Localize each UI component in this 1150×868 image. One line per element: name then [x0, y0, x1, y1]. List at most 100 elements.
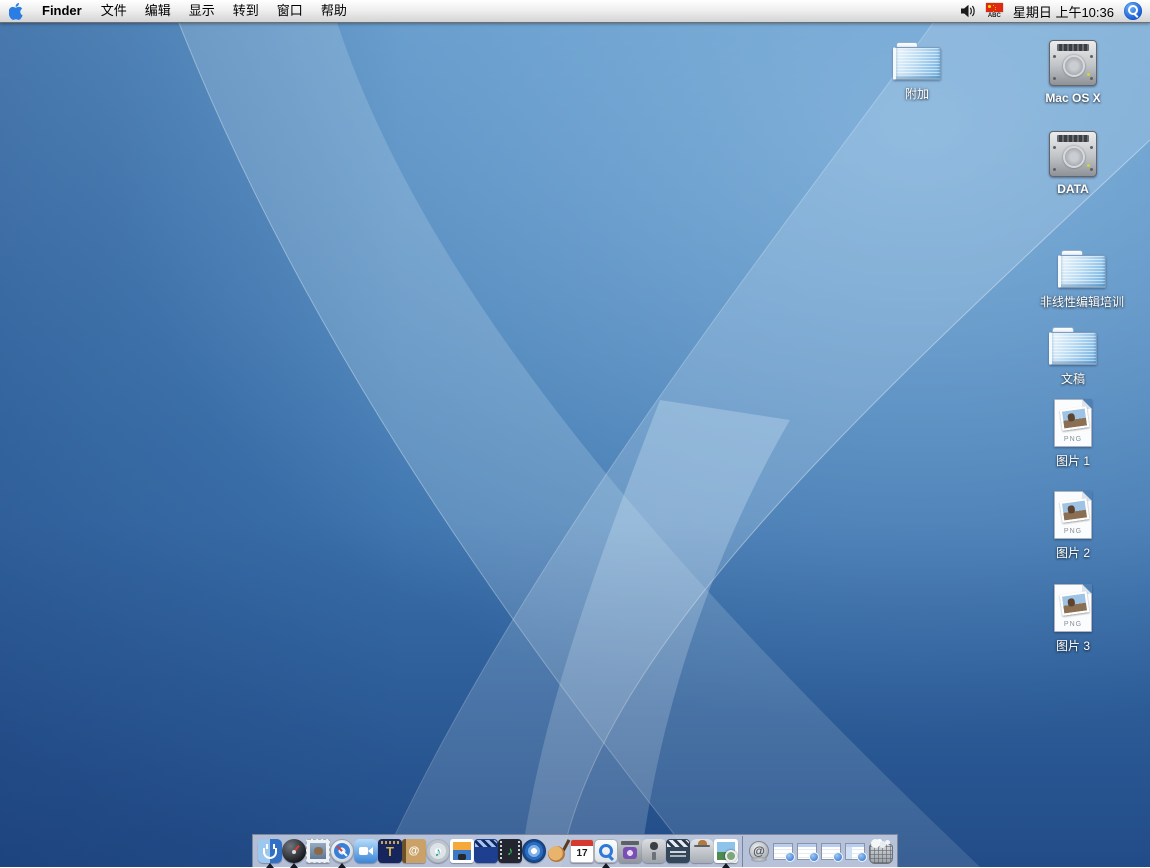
- minimized-window-thumbnail: [821, 843, 841, 860]
- dock-item-internet-location[interactable]: @: [747, 836, 771, 867]
- menu-file[interactable]: 文件: [92, 0, 136, 22]
- aqua-blue-wallpaper: [0, 0, 1150, 867]
- dock-item-toast[interactable]: [690, 836, 714, 867]
- gauge-hub: [292, 850, 296, 854]
- menu-help[interactable]: 帮助: [312, 0, 356, 22]
- menu-window[interactable]: 窗口: [268, 0, 312, 22]
- dock-minimized-safari-window-2[interactable]: [795, 836, 819, 867]
- dock-minimized-safari-window-1[interactable]: [771, 836, 795, 867]
- menu-go[interactable]: 转到: [224, 0, 268, 22]
- desktop-icon-image-3[interactable]: PNG 图片 3: [1025, 584, 1121, 654]
- hard-drive-icon: [1049, 131, 1097, 177]
- press-bar: [621, 841, 639, 845]
- crumpled-paper: [871, 839, 880, 848]
- photo-thumbnail: [1060, 406, 1090, 431]
- finder-icon: [258, 839, 282, 863]
- icon-label: Mac OS X: [1045, 91, 1100, 105]
- dock-item-final-cut-pro[interactable]: [666, 836, 690, 867]
- safari-badge-icon: [809, 852, 819, 862]
- png-file-icon: PNG: [1054, 491, 1092, 539]
- video-camera-body: [359, 847, 368, 855]
- dock-item-garageband[interactable]: [546, 836, 570, 867]
- china-flag-icon: [986, 3, 1003, 12]
- toast-toaster-icon: [690, 839, 714, 863]
- folder-icon: [1049, 327, 1097, 365]
- dock-item-compressor[interactable]: [618, 836, 642, 867]
- desktop-icon-drive-data[interactable]: DATA: [1025, 131, 1121, 196]
- film-reel: [623, 847, 637, 859]
- dock-separator: [742, 836, 743, 867]
- dock-item-livetype[interactable]: T: [378, 836, 402, 867]
- volume-icon[interactable]: [960, 4, 976, 18]
- dock-item-idvd[interactable]: [522, 836, 546, 867]
- dock-item-imovie[interactable]: [474, 836, 498, 867]
- dock-item-ical[interactable]: 17: [570, 836, 594, 867]
- menu-view[interactable]: 显示: [180, 0, 224, 22]
- soundtrack-icon: ♪: [498, 839, 522, 863]
- dock-item-itunes[interactable]: ♪: [426, 836, 450, 867]
- spotlight-icon[interactable]: [1124, 2, 1142, 20]
- ical-calendar-icon: 17: [570, 839, 594, 863]
- loupe-icon: [725, 850, 737, 862]
- minimized-window-thumbnail: [845, 843, 865, 860]
- desktop[interactable]: Finder 文件 编辑 显示 转到 窗口 帮助 ABC 星期日 上午10:36: [0, 0, 1150, 867]
- livetype-icon: T: [378, 839, 402, 863]
- apple-menu[interactable]: [0, 0, 32, 22]
- safari-badge-icon: [857, 852, 867, 862]
- dock-item-address-book[interactable]: @: [402, 836, 426, 867]
- dock-item-quicktime[interactable]: [594, 836, 618, 867]
- png-file-icon: PNG: [1054, 584, 1092, 632]
- dock-item-iphoto[interactable]: [450, 836, 474, 867]
- at-glyph: @: [409, 845, 420, 857]
- desktop-icon-image-1[interactable]: PNG 图片 1: [1025, 399, 1121, 469]
- desktop-icon-folder-wengao[interactable]: 文稿: [1025, 327, 1121, 387]
- input-method-label: ABC: [988, 13, 1001, 19]
- dock-item-trash[interactable]: [867, 836, 895, 867]
- drive-label-strip: [1057, 44, 1089, 51]
- menu-clock[interactable]: 星期日 上午10:36: [1013, 2, 1114, 21]
- dock-item-safari[interactable]: [330, 836, 354, 867]
- dock-item-system-preferences[interactable]: [642, 836, 666, 867]
- icon-label: 文稿: [1061, 370, 1085, 387]
- dock-item-preview[interactable]: [714, 836, 738, 867]
- film-holes-right: [518, 841, 520, 861]
- drive-screws: [1053, 55, 1056, 58]
- folder-icon: [1058, 250, 1106, 288]
- menu-edit[interactable]: 编辑: [136, 0, 180, 22]
- png-badge: PNG: [1055, 621, 1091, 628]
- spring-base: [751, 857, 767, 862]
- input-method-menu[interactable]: ABC: [986, 3, 1003, 19]
- desktop-icon-drive-macosx[interactable]: Mac OS X: [1025, 40, 1121, 105]
- png-badge: PNG: [1055, 528, 1091, 535]
- dock-item-ichat[interactable]: [354, 836, 378, 867]
- clapper-stripes: [667, 840, 689, 847]
- dock-item-finder[interactable]: [258, 836, 282, 867]
- desktop-icon-folder-nle-training[interactable]: 非线性编辑培训: [1012, 250, 1150, 310]
- drive-platter: [1063, 146, 1085, 168]
- desktop-icon-image-2[interactable]: PNG 图片 2: [1025, 491, 1121, 561]
- folder-body: [893, 47, 941, 80]
- dock-item-dashboard[interactable]: [282, 836, 306, 867]
- drive-led: [1087, 73, 1090, 76]
- itunes-cd-icon: ♪: [426, 839, 450, 863]
- photo-thumbnail: [1060, 498, 1090, 523]
- app-menu-finder[interactable]: Finder: [32, 0, 92, 22]
- idvd-disc-icon: [522, 839, 546, 863]
- window-titlebar: [774, 844, 792, 847]
- dock-item-mail[interactable]: [306, 836, 330, 867]
- stamp-eagle: [314, 847, 323, 855]
- icon-label: 图片 1: [1056, 452, 1090, 469]
- final-cut-clapperboard-icon: [666, 839, 690, 863]
- apple-icon: [9, 3, 23, 20]
- magnifier-handle: [1134, 13, 1139, 18]
- icon-label: 附加: [905, 85, 929, 102]
- desktop-icon-folder-fujia[interactable]: 附加: [869, 42, 965, 102]
- dock-minimized-safari-window-4[interactable]: [843, 836, 867, 867]
- safari-badge-icon: [833, 852, 843, 862]
- dock-item-soundtrack[interactable]: ♪: [498, 836, 522, 867]
- preview-icon: [714, 839, 738, 863]
- finder-smile: [263, 848, 277, 859]
- drive-led: [1087, 164, 1090, 167]
- dock-minimized-safari-window-3[interactable]: [819, 836, 843, 867]
- imovie-clapper-icon: [474, 839, 498, 863]
